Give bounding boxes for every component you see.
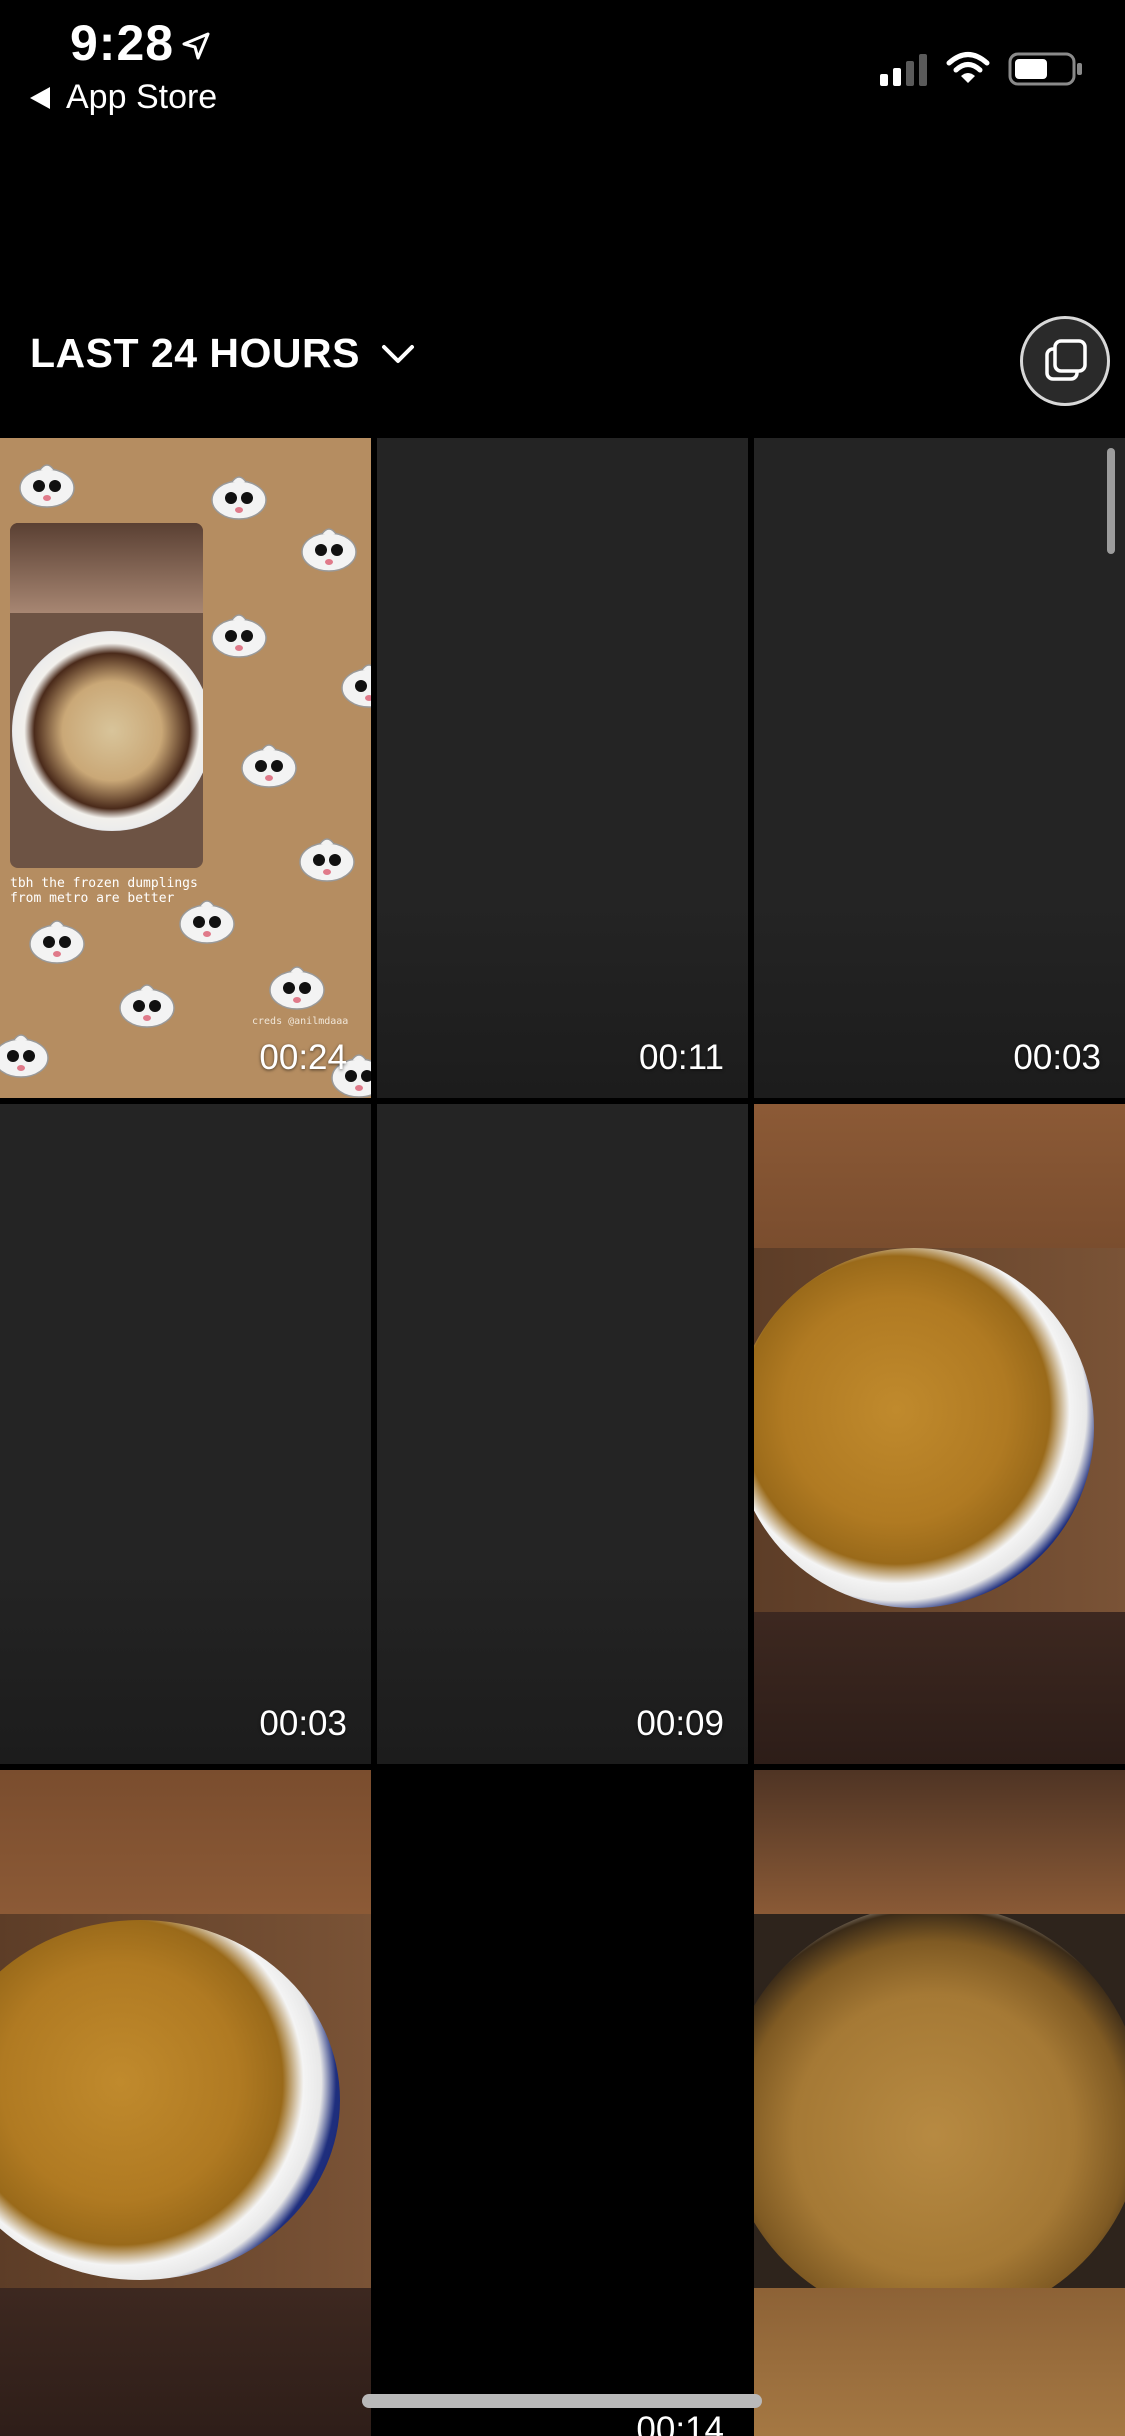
back-to-app-label: App Store — [66, 78, 218, 116]
curry-bowl-photo — [0, 1914, 371, 2288]
video-duration: 00:14 — [636, 2410, 724, 2436]
status-bar: 9:28 App Store — [0, 0, 1125, 140]
back-arrow-icon — [30, 86, 50, 109]
home-indicator[interactable] — [362, 2394, 762, 2408]
time-range-dropdown[interactable]: LAST 24 HOURS — [30, 330, 416, 377]
back-to-app-store-link[interactable]: App Store — [30, 78, 217, 117]
battery-icon — [1008, 52, 1082, 86]
dumpling-sticker-icon — [341, 664, 371, 708]
media-tile-video[interactable]: 00:11 — [377, 438, 748, 1098]
chevron-down-icon — [382, 344, 414, 363]
media-tile-photo[interactable] — [754, 1770, 1125, 2436]
dumpling-sticker-icon — [269, 966, 325, 1010]
media-tile-video[interactable]: 00:03 — [0, 1104, 371, 1764]
story-credit: creds @anilmdaaa — [252, 1016, 349, 1027]
dumpling-sticker-icon — [211, 614, 267, 658]
media-tile-video[interactable]: 00:03 — [754, 438, 1125, 1098]
curry-pot-photo — [754, 1914, 1125, 2288]
time-range-title: LAST 24 HOURS — [30, 330, 360, 376]
multi-select-button[interactable] — [1020, 316, 1110, 406]
wifi-icon — [946, 52, 990, 83]
dumpling-sticker-icon — [299, 838, 355, 882]
dumpling-sticker-icon — [301, 528, 357, 572]
media-tile-video[interactable]: 00:14 — [377, 1770, 748, 2436]
media-tile-photo[interactable] — [754, 1104, 1125, 1764]
curry-bowl-photo — [754, 1248, 1125, 1612]
scroll-indicator[interactable] — [1107, 448, 1115, 554]
media-tile-video[interactable]: tbh the frozen dumplings from metro are … — [0, 438, 371, 1098]
video-duration: 00:03 — [259, 1704, 347, 1743]
video-duration: 00:24 — [259, 1038, 347, 1077]
dumpling-sticker-icon — [211, 476, 267, 520]
media-grid: tbh the frozen dumplings from metro are … — [0, 438, 1125, 2436]
status-time: 9:28 — [70, 15, 175, 71]
cellular-signal-icon — [880, 54, 927, 86]
dumpling-sticker-icon — [119, 984, 175, 1028]
dumpling-sticker-icon — [241, 744, 297, 788]
dumpling-sticker-icon — [0, 1034, 49, 1078]
story-caption: tbh the frozen dumplings from metro are … — [10, 876, 198, 906]
video-duration: 00:11 — [639, 1038, 724, 1077]
dumpling-sticker-icon — [19, 464, 75, 508]
media-tile-photo[interactable] — [0, 1770, 371, 2436]
video-duration: 00:09 — [636, 1704, 724, 1743]
video-duration: 00:03 — [1013, 1038, 1101, 1077]
dumpling-photo — [10, 523, 203, 868]
multi-select-icon — [1045, 339, 1087, 381]
media-tile-video[interactable]: 00:09 — [377, 1104, 748, 1764]
location-arrow-icon — [182, 32, 210, 60]
dumpling-sticker-icon — [29, 920, 85, 964]
